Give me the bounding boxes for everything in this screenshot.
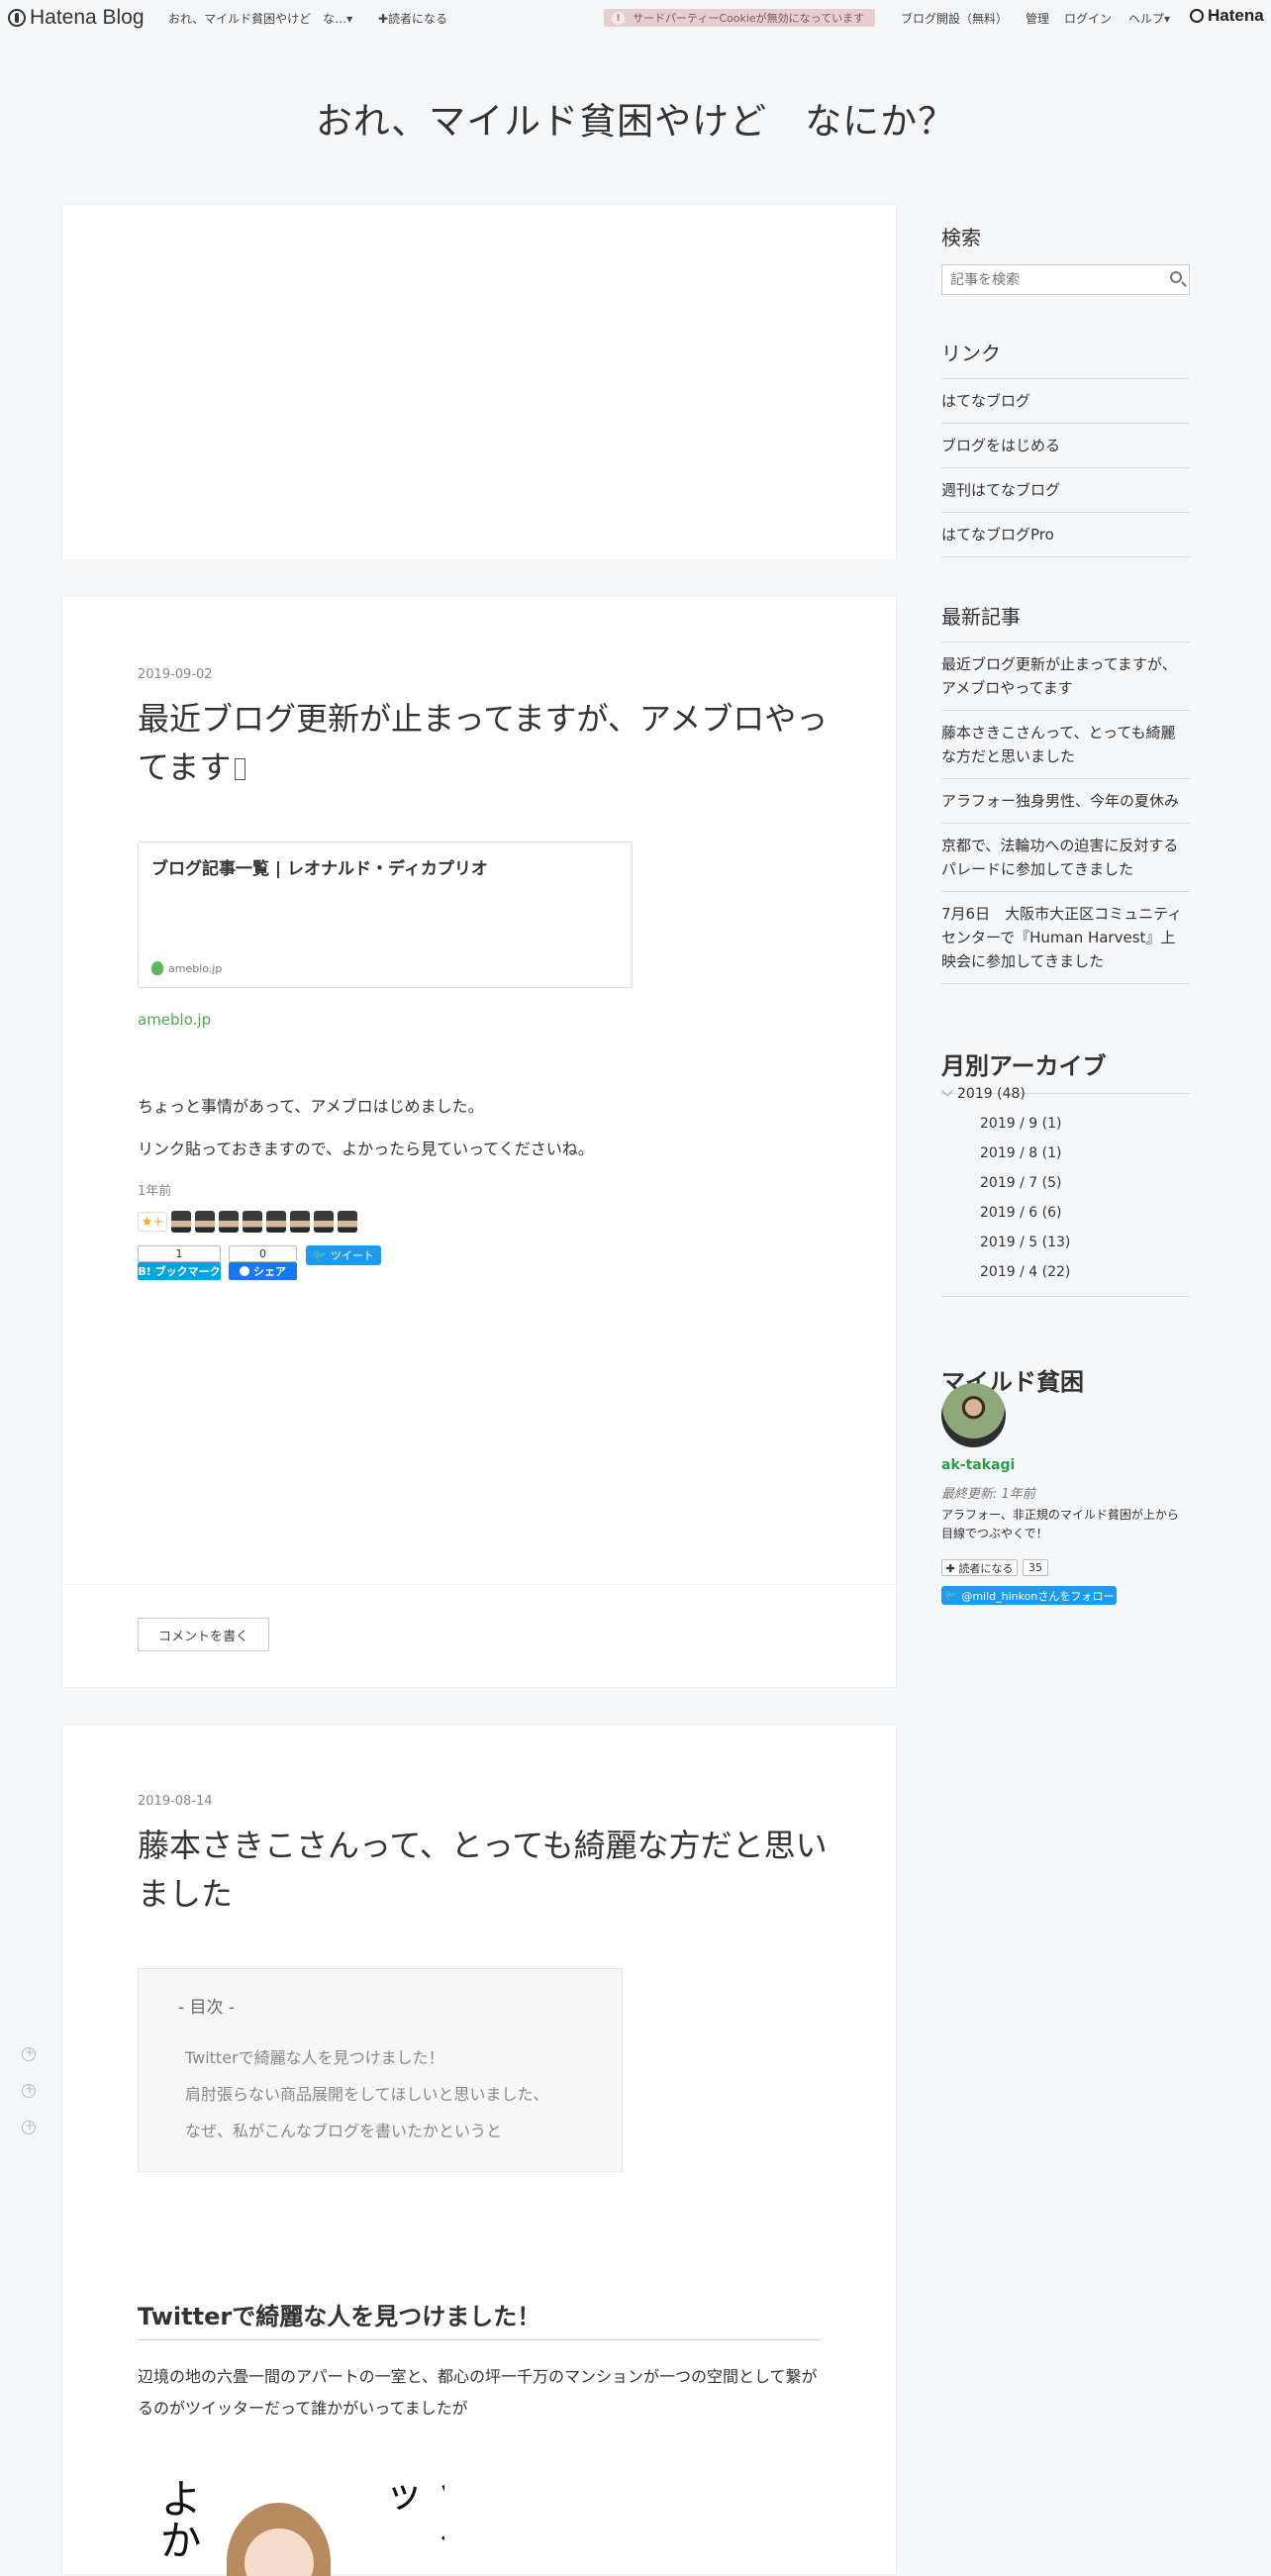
facebook-share-button[interactable]: シェア	[229, 1262, 297, 1280]
ad-area	[61, 204, 897, 560]
manga-illustration: よか ツイッ	[138, 2477, 444, 2576]
archive-month-link[interactable]: 2019 / 4 (22)	[980, 1264, 1070, 1280]
facebook-icon	[240, 1266, 249, 1276]
search-input[interactable]	[942, 265, 1150, 294]
hatena-bookmark-share[interactable]: 1 B! ブックマーク	[138, 1245, 221, 1280]
unknown-glyph-icon	[235, 758, 246, 780]
archive-month-link[interactable]: 2019 / 7 (5)	[980, 1175, 1061, 1191]
top-bar: Hatena Blog おれ、マイルド貧困やけど な…▾ ✚読者になる ! サー…	[0, 0, 1271, 36]
table-of-contents: - 目次 - Twitterで綺麗な人を見つけました！ 肩肘張らない商品展開をし…	[138, 1968, 623, 2172]
post-date[interactable]: 2019-08-14	[138, 1794, 213, 1809]
twitter-follow-button[interactable]: 🐦 @mild_hinkonさんをフォロー	[941, 1586, 1117, 1605]
facebook-count: 0	[229, 1245, 297, 1262]
star-user-avatar[interactable]	[290, 1211, 310, 1233]
search-icon[interactable]	[1170, 271, 1182, 283]
post-title[interactable]: 藤本さきこさんって、とっても綺麗な方だと思いました	[138, 1822, 831, 1919]
sidebar-link[interactable]: 週刊はてなブログ	[941, 468, 1190, 513]
divider	[62, 1584, 896, 1585]
blog-name-menu[interactable]: おれ、マイルド貧困やけど な…▾	[168, 10, 352, 27]
plus-circle-icon[interactable]	[22, 2082, 36, 2098]
post-card: 2019-08-14 藤本さきこさんって、とっても綺麗な方だと思いました - 目…	[61, 1724, 897, 2576]
recent-post-link[interactable]: 藤本さきこさんって、とっても綺麗な方だと思いました	[941, 711, 1190, 779]
star-user-avatar[interactable]	[171, 1211, 191, 1233]
post-text: リンク貼っておきますので、よかったら見ていってくださいね。	[138, 1139, 594, 1158]
subscribe-button[interactable]: ✚ 読者になる	[941, 1559, 1018, 1576]
link-embed-card[interactable]: ブログ記事一覧 | レオナルド・ディカプリオ ameblo.jp	[138, 842, 633, 988]
star-row: ★+	[138, 1211, 357, 1233]
post-date[interactable]: 2019-09-02	[138, 667, 213, 682]
facebook-share[interactable]: 0 シェア	[229, 1245, 297, 1280]
profile-updated: 最終更新: 1年前	[941, 1487, 1035, 1502]
warning-icon: !	[612, 11, 625, 25]
ameblo-link[interactable]: ameblo.jp	[138, 1011, 211, 1029]
star-user-avatar[interactable]	[243, 1211, 262, 1233]
embed-title: ブログ記事一覧 | レオナルド・ディカプリオ	[151, 859, 488, 879]
recent-post-link[interactable]: アラフォー独身男性、今年の夏休み	[941, 779, 1190, 824]
archive-month-link[interactable]: 2019 / 6 (6)	[980, 1205, 1061, 1221]
recent-posts-module: 最新記事 最近ブログ更新が止まってますが、アメブロやってます 藤本さきこさんって…	[941, 601, 1190, 984]
cookie-warning[interactable]: ! サードパーティーCookieが無効になっています	[604, 9, 875, 27]
write-comment-button[interactable]: コメントを書く	[138, 1618, 269, 1651]
subscriber-count: 35	[1023, 1559, 1048, 1576]
recent-heading: 最新記事	[941, 601, 1190, 643]
twitter-bird-icon: 🐦	[943, 1589, 958, 1602]
login-link[interactable]: ログイン	[1064, 10, 1112, 27]
archive-month-link[interactable]: 2019 / 9 (1)	[980, 1116, 1061, 1132]
post-time-ago[interactable]: 1年前	[138, 1180, 171, 1199]
hatena-logo[interactable]: Hatena	[1190, 6, 1264, 26]
toc-item[interactable]: 肩肘張らない商品展開をしてほしいと思いました、	[185, 2081, 549, 2105]
plus-circle-icon[interactable]	[22, 2119, 36, 2134]
section-heading: Twitterで綺麗な人を見つけました！	[138, 2297, 821, 2340]
create-blog-link[interactable]: ブログ開設（無料）	[901, 10, 1008, 27]
archive-month-link[interactable]: 2019 / 5 (13)	[980, 1235, 1070, 1250]
archive-year-toggle[interactable]: 2019 (48)	[941, 1085, 1026, 1102]
sidebar-link[interactable]: ブログをはじめる	[941, 424, 1190, 468]
star-user-avatar[interactable]	[266, 1211, 286, 1233]
search-heading: 検索	[941, 226, 981, 249]
star-user-avatar[interactable]	[219, 1211, 239, 1233]
blog-title[interactable]: おれ、マイルド貧困やけど なにか？	[0, 91, 1271, 145]
bookmark-button[interactable]: B! ブックマーク	[138, 1262, 221, 1280]
post-title[interactable]: 最近ブログ更新が止まってますが、アメブロやってます	[138, 695, 831, 792]
star-user-avatar[interactable]	[195, 1211, 215, 1233]
recent-post-link[interactable]: 京都で、法輪功への迫害に反対するパレードに参加してきました	[941, 824, 1190, 892]
add-star-button[interactable]: ★+	[138, 1212, 167, 1232]
hatena-blog-logo[interactable]: Hatena Blog	[8, 6, 145, 30]
links-module: リンク はてなブログ ブログをはじめる 週刊はてなブログ はてなブログPro	[941, 338, 1190, 557]
sidebar-link[interactable]: はてなブログ	[941, 379, 1190, 424]
bookmark-count: 1	[138, 1245, 221, 1262]
profile-description: アラフォー、非正規のマイルド貧困が上から目線でつぶやくで！	[941, 1508, 1179, 1540]
archive-month-link[interactable]: 2019 / 8 (1)	[980, 1145, 1061, 1161]
recent-post-link[interactable]: 最近ブログ更新が止まってますが、アメブロやってます	[941, 643, 1190, 711]
post-card: 2019-09-02 最近ブログ更新が止まってますが、アメブロやってます ブログ…	[61, 595, 897, 1688]
tweet-button[interactable]: 🐦 ツイート	[306, 1245, 381, 1265]
avatar[interactable]	[941, 1383, 1006, 1447]
toc-title: - 目次 -	[178, 1998, 236, 2018]
twitter-bird-icon: 🐦	[313, 1248, 327, 1262]
star-user-avatar[interactable]	[314, 1211, 334, 1233]
links-heading: リンク	[941, 338, 1190, 379]
star-user-avatar[interactable]	[338, 1211, 357, 1233]
admin-link[interactable]: 管理	[1026, 10, 1049, 27]
search-form	[941, 264, 1190, 295]
post-text: 辺境の地の六畳一間のアパートの一室と、都心の坪一千万のマンションが一つの空間とし…	[138, 2367, 818, 2418]
floating-actions	[22, 2045, 36, 2157]
profile-id-link[interactable]: ak-takagi	[941, 1457, 1190, 1473]
hatena-icon	[1190, 9, 1204, 23]
ameba-icon	[151, 961, 163, 975]
subscribe-link[interactable]: ✚読者になる	[378, 10, 447, 27]
chevron-down-icon	[941, 1085, 953, 1097]
sidebar-link[interactable]: はてなブログPro	[941, 513, 1190, 557]
recent-post-link[interactable]: 7月6日 大阪市大正区コミュニティセンターで『Human Harvest』上映会…	[941, 892, 1190, 984]
embed-domain: ameblo.jp	[168, 961, 223, 975]
toc-item[interactable]: なぜ、私がこんなブログを書いたかというと	[185, 2118, 502, 2141]
post-text: ちょっと事情があって、アメブロはじめました。	[138, 1097, 484, 1116]
help-menu[interactable]: ヘルプ▾	[1128, 10, 1170, 27]
hatena-blog-logo-icon	[8, 9, 26, 27]
plus-circle-icon[interactable]	[22, 2045, 36, 2061]
toc-item[interactable]: Twitterで綺麗な人を見つけました！	[185, 2044, 444, 2068]
divider	[941, 1296, 1190, 1297]
